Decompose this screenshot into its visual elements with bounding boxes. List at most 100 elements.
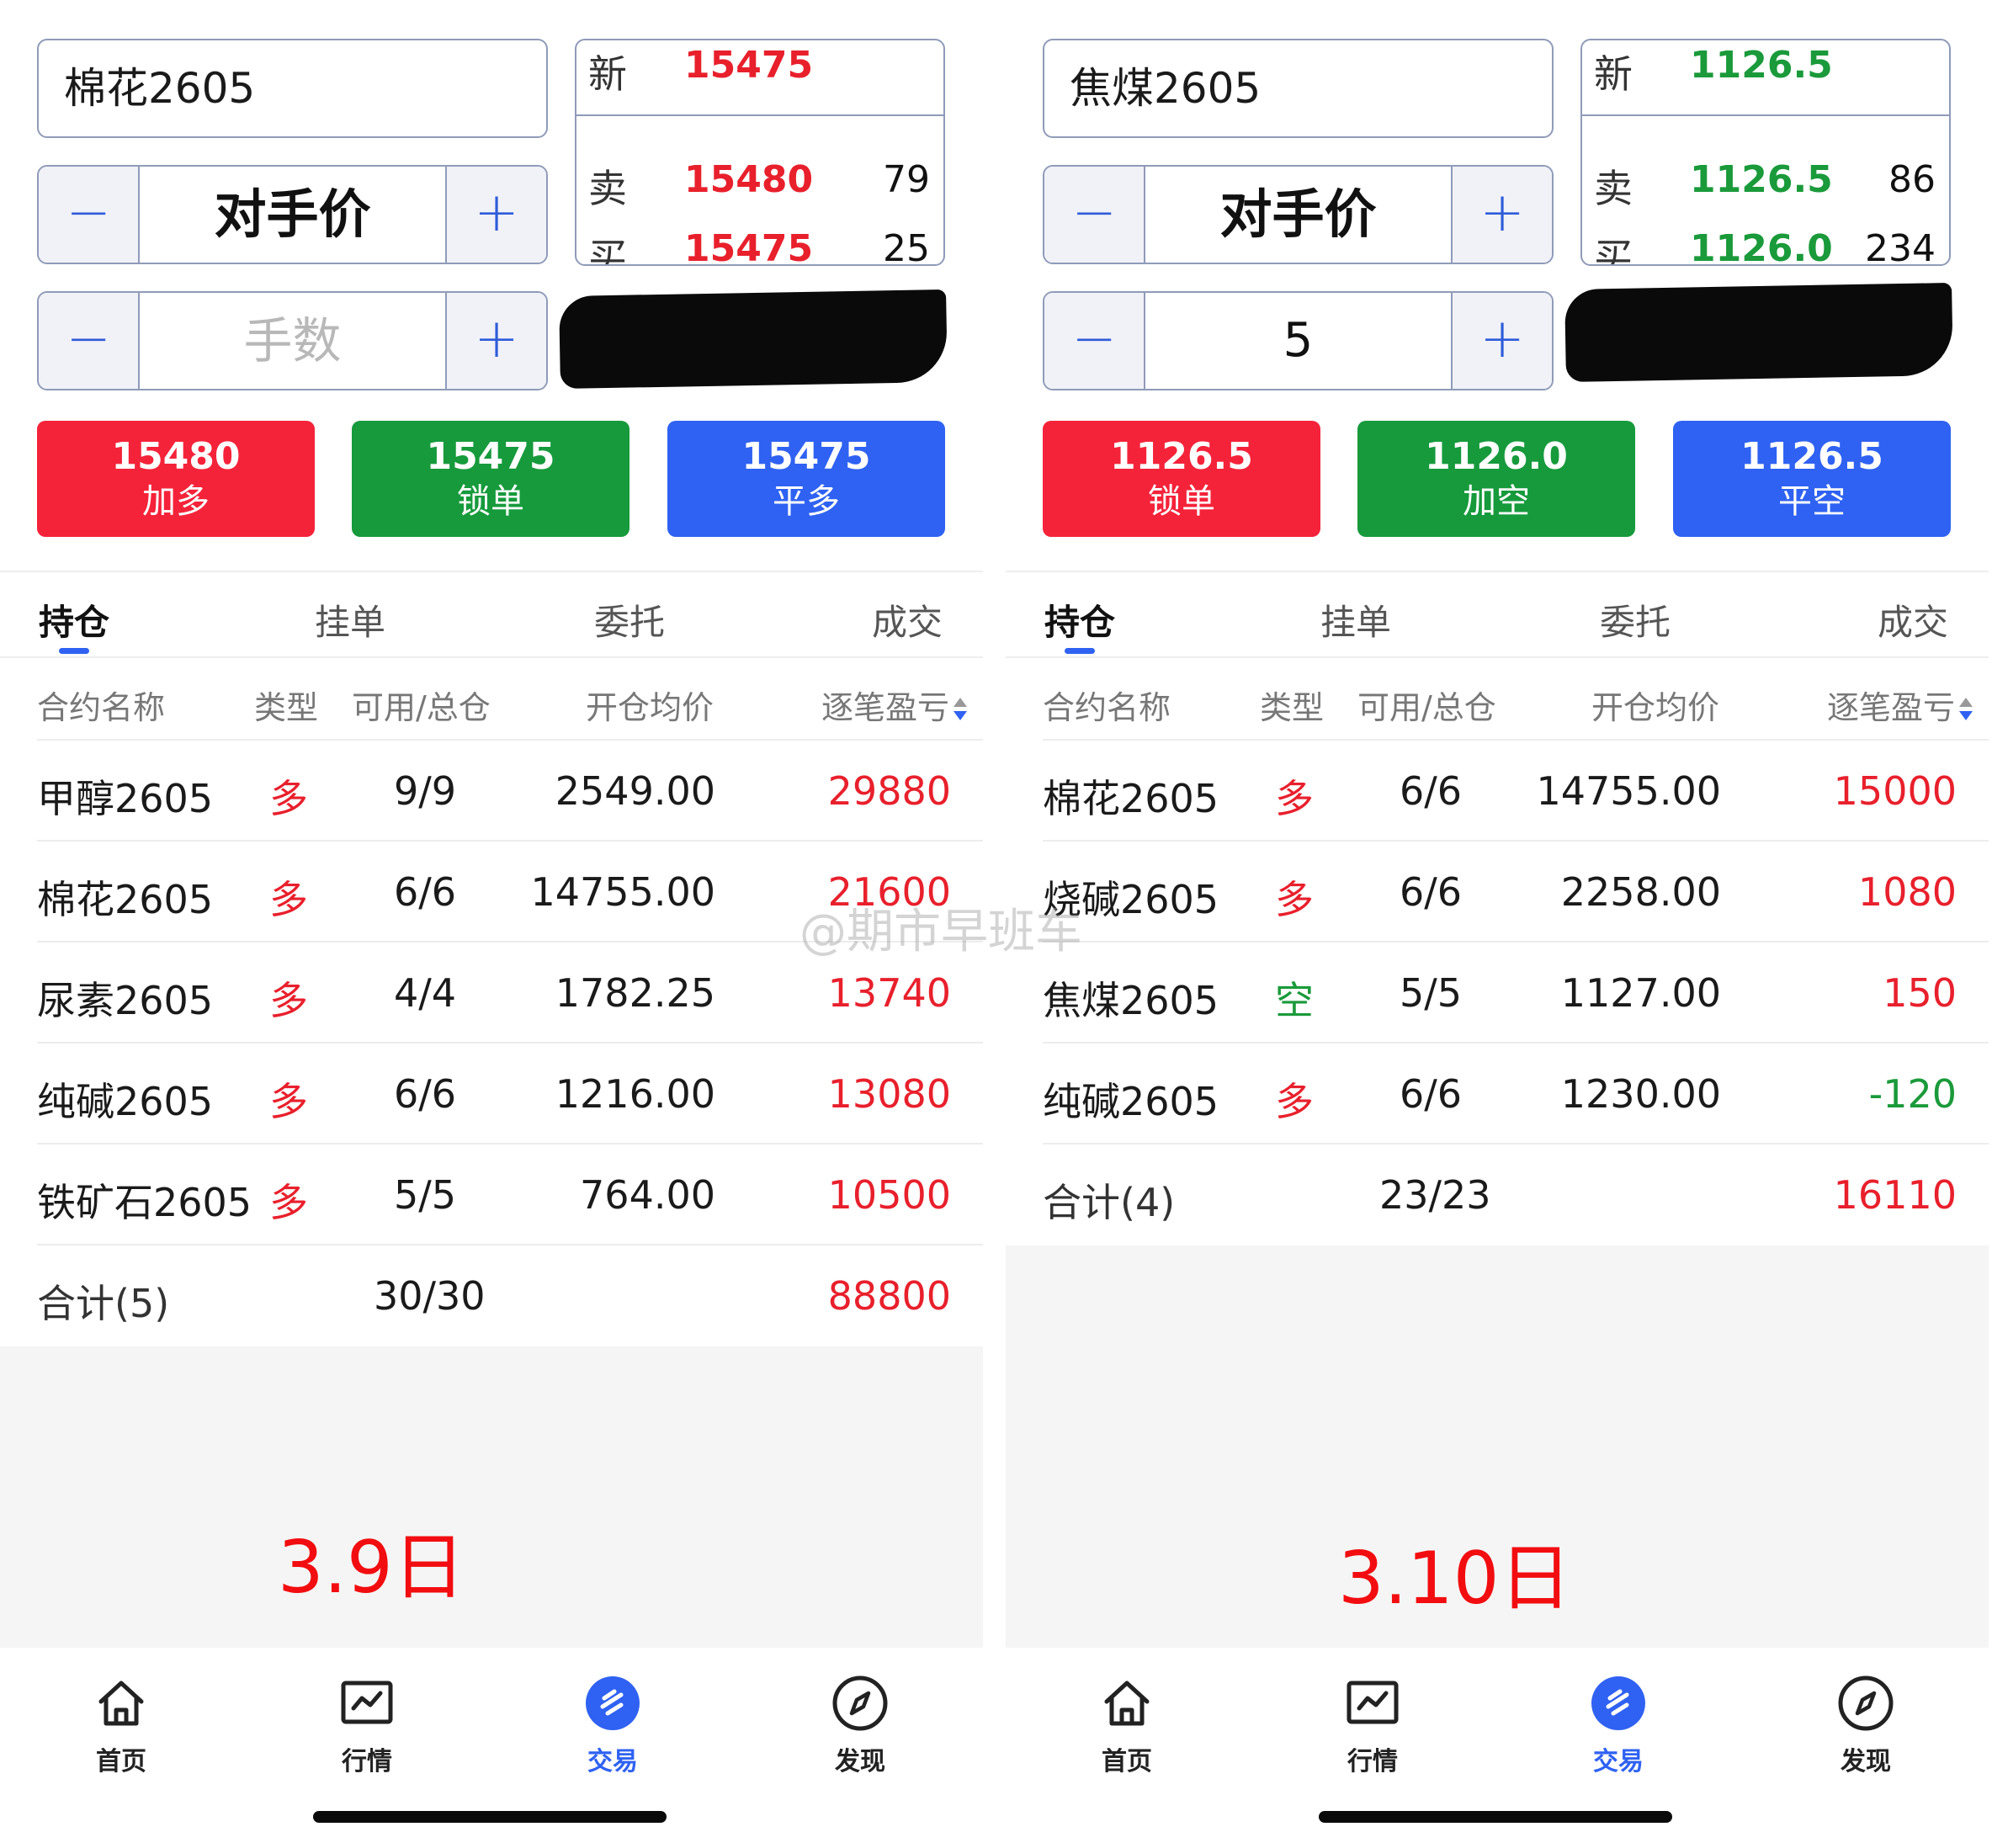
col-type: 类型 <box>1260 689 1325 726</box>
bottom-nav: 首页 行情 交易 发现 <box>1006 1648 1989 1848</box>
divider <box>37 739 983 741</box>
action-label: 加多 <box>142 482 210 521</box>
tab-orders[interactable]: 委托 <box>1600 594 1671 645</box>
nav-trade[interactable]: 交易 <box>545 1673 680 1777</box>
price-minus-button[interactable]: − <box>1044 167 1145 263</box>
quote-divider <box>1582 114 1949 116</box>
nav-trade[interactable]: 交易 <box>1551 1673 1686 1777</box>
position-tabs: 持仓 挂单 委托 成交 <box>1006 571 1989 658</box>
add-long-button[interactable]: 15480 加多 <box>37 421 315 537</box>
row-contract: 铁矿石2605 <box>37 1180 252 1225</box>
add-short-button[interactable]: 1126.0 加空 <box>1357 421 1635 537</box>
buy-price: 1126.0 <box>1690 227 1833 266</box>
col-avg-price: 开仓均价 <box>586 689 714 726</box>
row-type: 多 <box>269 776 308 821</box>
compass-icon <box>832 1675 888 1731</box>
price-mode-value[interactable]: 对手价 <box>140 167 445 263</box>
buy-label: 买 <box>588 235 627 266</box>
quote-last-row: 新 15475 <box>576 44 943 111</box>
home-indicator <box>1319 1811 1672 1823</box>
lock-button[interactable]: 15475 锁单 <box>352 421 629 537</box>
redacted-area <box>1564 282 1953 383</box>
date-annotation: 3.9日 <box>278 1526 465 1610</box>
col-available: 可用/总仓 <box>352 689 491 726</box>
position-tabs: 持仓 挂单 委托 成交 <box>0 571 983 658</box>
row-pnl: 15000 <box>1833 768 1957 814</box>
row-qty: 6/6 <box>394 869 457 915</box>
row-pnl: 10500 <box>827 1172 951 1218</box>
tab-pending[interactable]: 挂单 <box>1320 594 1391 645</box>
nav-market[interactable]: 行情 <box>300 1673 434 1777</box>
row-avg-price: 1127.00 <box>1560 970 1721 1016</box>
sell-volume: 79 <box>883 158 930 201</box>
lock-button[interactable]: 1126.5 锁单 <box>1043 421 1320 537</box>
tab-positions[interactable]: 持仓 <box>39 594 109 645</box>
close-long-button[interactable]: 15475 平多 <box>667 421 945 537</box>
nav-market[interactable]: 行情 <box>1305 1673 1440 1777</box>
chart-icon <box>341 1681 393 1724</box>
symbol-input[interactable]: 棉花2605 <box>37 39 548 138</box>
divider <box>37 840 983 842</box>
symbol-input[interactable]: 焦煤2605 <box>1043 39 1554 138</box>
tab-positions[interactable]: 持仓 <box>1044 594 1115 645</box>
total-qty: 23/23 <box>1379 1172 1491 1218</box>
row-qty: 6/6 <box>1400 1071 1463 1117</box>
quantity-stepper: − 手数 + <box>37 291 548 390</box>
row-contract: 棉花2605 <box>1043 776 1219 821</box>
last-label: 新 <box>1594 51 1633 97</box>
qty-minus-button[interactable]: − <box>1044 293 1145 389</box>
home-indicator <box>313 1811 667 1823</box>
tab-orders[interactable]: 委托 <box>594 594 665 645</box>
row-qty: 9/9 <box>394 768 457 814</box>
tab-trades[interactable]: 成交 <box>872 594 943 645</box>
buy-price: 15475 <box>684 227 814 266</box>
action-price: 15475 <box>741 435 871 478</box>
qty-input[interactable]: 手数 <box>140 293 445 389</box>
sell-label: 卖 <box>1594 166 1633 211</box>
row-type: 空 <box>1275 978 1314 1023</box>
row-contract: 纯碱2605 <box>37 1079 214 1124</box>
nav-label: 发现 <box>1841 1747 1891 1776</box>
row-avg-price: 764.00 <box>580 1172 715 1218</box>
price-mode-value[interactable]: 对手价 <box>1145 167 1451 263</box>
action-label: 平空 <box>1778 482 1846 521</box>
total-pnl: 16110 <box>1833 1172 1957 1218</box>
tab-pending[interactable]: 挂单 <box>315 594 385 645</box>
nav-discover[interactable]: 发现 <box>793 1673 927 1777</box>
qty-plus-button[interactable]: + <box>445 293 546 389</box>
nav-home[interactable]: 首页 <box>1060 1673 1194 1777</box>
last-price: 15475 <box>684 44 814 87</box>
price-plus-button[interactable]: + <box>445 167 546 263</box>
divider <box>37 1042 983 1043</box>
row-pnl: -120 <box>1868 1071 1957 1117</box>
qty-plus-button[interactable]: + <box>1451 293 1552 389</box>
tab-trades[interactable]: 成交 <box>1878 594 1948 645</box>
quantity-stepper: − 5 + <box>1043 291 1554 390</box>
trade-icon <box>1591 1676 1645 1730</box>
col-pnl-label: 逐笔盈亏 <box>1827 689 1956 726</box>
nav-discover[interactable]: 发现 <box>1798 1673 1933 1777</box>
qty-input[interactable]: 5 <box>1145 293 1451 389</box>
nav-home[interactable]: 首页 <box>54 1673 189 1777</box>
close-short-button[interactable]: 1126.5 平空 <box>1673 421 1951 537</box>
row-contract: 棉花2605 <box>37 877 214 922</box>
qty-minus-button[interactable]: − <box>39 293 140 389</box>
col-type: 类型 <box>254 689 319 726</box>
divider <box>1043 941 1989 943</box>
divider <box>1043 1042 1989 1043</box>
nav-label: 首页 <box>96 1747 146 1776</box>
sort-icon[interactable] <box>953 697 968 723</box>
nav-label: 发现 <box>835 1747 885 1776</box>
row-avg-price: 14755.00 <box>1536 768 1722 814</box>
divider <box>37 1143 983 1144</box>
sort-icon[interactable] <box>1958 697 1973 723</box>
total-label: 合计(4) <box>1043 1180 1176 1225</box>
action-price: 1126.5 <box>1740 435 1883 478</box>
price-minus-button[interactable]: − <box>39 167 140 263</box>
total-qty: 30/30 <box>374 1273 486 1319</box>
col-pnl[interactable]: 逐笔盈亏 <box>1827 682 1973 728</box>
divider <box>37 1244 983 1245</box>
col-pnl[interactable]: 逐笔盈亏 <box>821 682 968 728</box>
price-plus-button[interactable]: + <box>1451 167 1552 263</box>
action-label: 平多 <box>773 482 840 521</box>
